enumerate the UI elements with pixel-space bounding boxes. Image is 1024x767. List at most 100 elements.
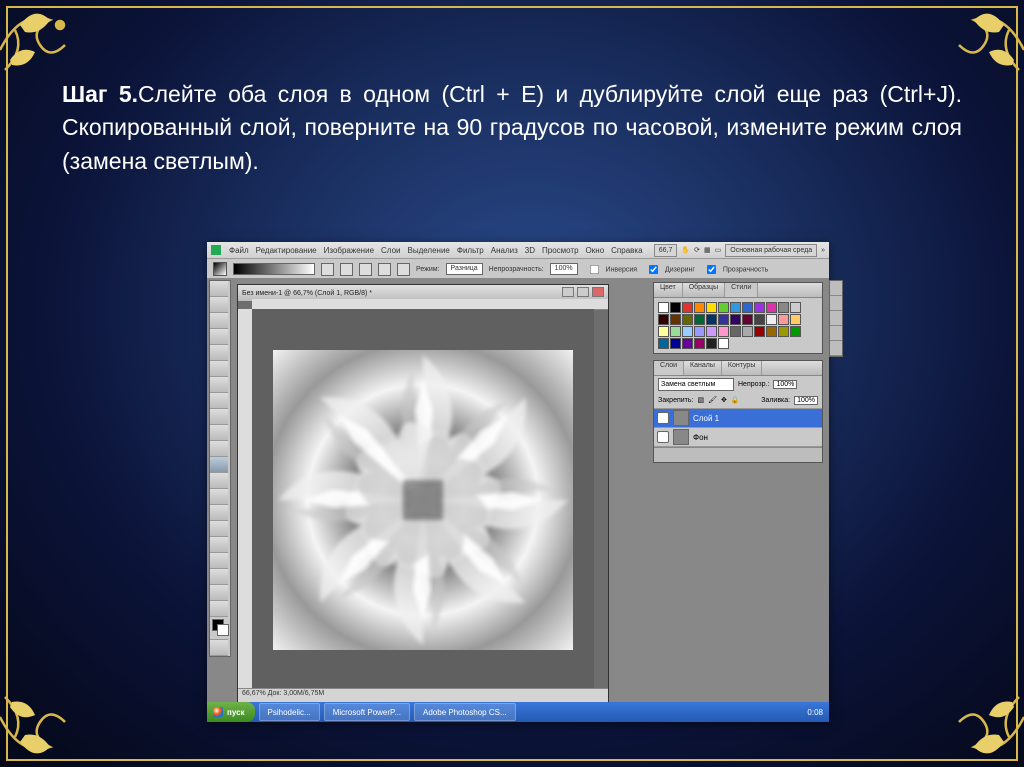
swatch[interactable]: [790, 314, 801, 325]
history-brush-tool[interactable]: [210, 425, 228, 441]
swatch[interactable]: [718, 302, 729, 313]
visibility-toggle[interactable]: [657, 431, 669, 443]
taskbar-task[interactable]: Adobe Photoshop CS...: [414, 703, 516, 721]
lock-pixels-icon[interactable]: 🖌: [708, 396, 717, 404]
dither-checkbox[interactable]: Дизеринг: [643, 260, 695, 279]
hand-icon[interactable]: ✋: [681, 246, 690, 254]
swatch[interactable]: [682, 326, 693, 337]
taskbar-task[interactable]: Microsoft PowerP...: [324, 703, 410, 721]
pen-tool[interactable]: [210, 505, 228, 521]
mode-dropdown[interactable]: Разница: [446, 263, 483, 275]
swatch[interactable]: [694, 314, 705, 325]
3d-tool[interactable]: [210, 569, 228, 585]
swatch[interactable]: [682, 338, 693, 349]
swatch[interactable]: [658, 326, 669, 337]
swatch[interactable]: [766, 314, 777, 325]
blend-mode-dropdown[interactable]: Замена светлым: [658, 378, 734, 391]
blur-tool[interactable]: [210, 473, 228, 489]
swatch[interactable]: [694, 302, 705, 313]
layer-row[interactable]: Фон: [654, 428, 822, 447]
swatch[interactable]: [730, 302, 741, 313]
eraser-tool[interactable]: [210, 441, 228, 457]
healing-tool[interactable]: [210, 377, 228, 393]
menu-Слои[interactable]: Слои: [381, 246, 400, 255]
swatch[interactable]: [790, 302, 801, 313]
fill-field[interactable]: 100%: [794, 396, 818, 405]
menu-Выделение[interactable]: Выделение: [407, 246, 449, 255]
swatch[interactable]: [682, 302, 693, 313]
tab-Слои[interactable]: Слои: [654, 361, 684, 375]
layer-opacity-field[interactable]: 100%: [773, 380, 797, 389]
menu-Справка[interactable]: Справка: [611, 246, 642, 255]
gradient-type-linear[interactable]: [321, 263, 334, 276]
inverse-checkbox[interactable]: Инверсия: [584, 260, 637, 279]
menu-Редактирование[interactable]: Редактирование: [256, 246, 317, 255]
wand-tool[interactable]: [210, 329, 228, 345]
menu-Фильтр[interactable]: Фильтр: [457, 246, 484, 255]
canvas[interactable]: [252, 309, 594, 691]
swatch[interactable]: [730, 326, 741, 337]
swatch[interactable]: [658, 314, 669, 325]
fg-bg-colors[interactable]: [210, 617, 228, 640]
dock-icon[interactable]: [830, 296, 842, 311]
tab-Образцы[interactable]: Образцы: [683, 283, 725, 297]
tab-Цвет[interactable]: Цвет: [654, 283, 683, 297]
dock-icon[interactable]: [830, 326, 842, 341]
swatch[interactable]: [778, 314, 789, 325]
crop-tool[interactable]: [210, 345, 228, 361]
swatch[interactable]: [658, 338, 669, 349]
swatch[interactable]: [670, 326, 681, 337]
swatch[interactable]: [754, 302, 765, 313]
gradient-type-diamond[interactable]: [397, 263, 410, 276]
swatch[interactable]: [718, 338, 729, 349]
tab-Каналы[interactable]: Каналы: [684, 361, 722, 375]
gradient-type-radial[interactable]: [340, 263, 353, 276]
menu-Изображение[interactable]: Изображение: [324, 246, 374, 255]
swatch[interactable]: [694, 338, 705, 349]
type-tool[interactable]: [210, 521, 228, 537]
menu-Файл[interactable]: Файл: [229, 246, 249, 255]
shape-tool[interactable]: [210, 553, 228, 569]
hand-tool[interactable]: [210, 585, 228, 601]
dock-icon[interactable]: [830, 341, 842, 356]
start-button[interactable]: пуск: [207, 702, 255, 722]
gradient-type-reflected[interactable]: [378, 263, 391, 276]
opacity-field[interactable]: 100%: [550, 263, 578, 275]
stamp-tool[interactable]: [210, 409, 228, 425]
swatch[interactable]: [706, 314, 717, 325]
menu-Анализ[interactable]: Анализ: [491, 246, 518, 255]
swatch[interactable]: [730, 314, 741, 325]
lock-transparent-icon[interactable]: ▧: [697, 396, 704, 404]
lock-position-icon[interactable]: ✥: [721, 396, 727, 404]
tab-Контуры[interactable]: Контуры: [722, 361, 762, 375]
swatch[interactable]: [670, 302, 681, 313]
swatch[interactable]: [682, 314, 693, 325]
dodge-tool[interactable]: [210, 489, 228, 505]
brush-tool[interactable]: [210, 393, 228, 409]
tab-Стили[interactable]: Стили: [725, 283, 758, 297]
swatch[interactable]: [766, 326, 777, 337]
swatch[interactable]: [694, 326, 705, 337]
swatch[interactable]: [706, 302, 717, 313]
layer-row[interactable]: Слой 1: [654, 409, 822, 428]
screen-mode-icon[interactable]: ▭: [715, 246, 722, 254]
lock-all-icon[interactable]: 🔒: [731, 396, 740, 404]
maximize-button[interactable]: [577, 287, 589, 297]
menu-Окно[interactable]: Окно: [586, 246, 605, 255]
menu-Просмотр[interactable]: Просмотр: [542, 246, 579, 255]
chevron-right-icon[interactable]: »: [821, 247, 825, 254]
swatch[interactable]: [754, 314, 765, 325]
transparency-checkbox[interactable]: Прозрачность: [701, 260, 768, 279]
eyedropper-tool[interactable]: [210, 361, 228, 377]
quickmask-toggle[interactable]: [210, 640, 228, 656]
swatch[interactable]: [706, 326, 717, 337]
move-tool[interactable]: [210, 281, 228, 297]
swatch[interactable]: [778, 326, 789, 337]
workspace-selector[interactable]: Основная рабочая среда: [725, 244, 817, 257]
zoom-field[interactable]: 66,7: [654, 244, 678, 257]
swatch[interactable]: [742, 314, 753, 325]
lasso-tool[interactable]: [210, 313, 228, 329]
swatch[interactable]: [754, 326, 765, 337]
swatch[interactable]: [742, 326, 753, 337]
swatch[interactable]: [766, 302, 777, 313]
